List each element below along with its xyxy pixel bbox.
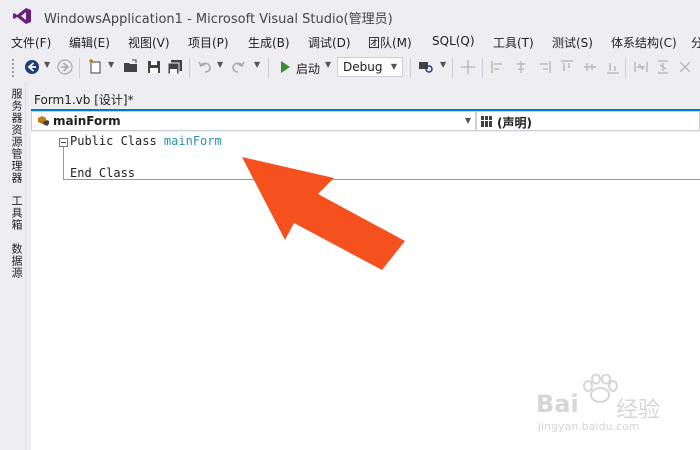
class-icon: [38, 116, 49, 126]
start-button-label[interactable]: 启动: [296, 60, 320, 77]
toolbar-separator: [482, 58, 483, 78]
code-navigation-bar: mainForm ▼ (声明): [31, 111, 700, 131]
make-same-size-icon[interactable]: [677, 59, 693, 75]
members-icon: [481, 116, 492, 127]
save-icon[interactable]: [146, 59, 162, 75]
back-icon[interactable]: [24, 59, 40, 75]
window-title: WindowsApplication1 - Microsoft Visual S…: [44, 12, 393, 27]
toolbar-separator: [268, 58, 269, 78]
class-selector[interactable]: mainForm ▼: [31, 111, 476, 131]
menu-test[interactable]: 测试(S): [552, 34, 593, 51]
find-in-files-icon[interactable]: [418, 59, 434, 75]
toolbar-separator: [79, 58, 80, 78]
redo-dropdown-icon[interactable]: ▼: [254, 60, 260, 69]
watermark-url: jingyan.baidu.com: [538, 420, 640, 433]
open-icon[interactable]: [123, 59, 139, 75]
toolbar-grip[interactable]: [11, 58, 15, 78]
new-dropdown-icon[interactable]: ▼: [108, 60, 114, 69]
editor-margin: [31, 132, 49, 450]
class-name-token: mainForm: [163, 134, 222, 148]
vs-logo-icon: [13, 8, 31, 24]
menu-architecture[interactable]: 体系结构(C): [611, 34, 677, 51]
align-bottom-icon[interactable]: [605, 59, 621, 75]
title-bar: WindowsApplication1 - Microsoft Visual S…: [0, 0, 700, 32]
menu-view[interactable]: 视图(V): [128, 34, 170, 51]
new-project-icon[interactable]: [88, 59, 104, 75]
chevron-down-icon: ▼: [464, 116, 471, 125]
menu-debug[interactable]: 调试(D): [308, 34, 351, 51]
menu-analyze[interactable]: 分: [691, 34, 700, 51]
configuration-value: Debug: [343, 60, 383, 74]
toolbar-separator: [410, 58, 411, 78]
member-selector[interactable]: (声明): [476, 111, 700, 131]
start-dropdown-icon[interactable]: ▼: [325, 60, 331, 69]
menu-file[interactable]: 文件(F): [11, 34, 51, 51]
forward-icon[interactable]: [57, 59, 73, 75]
make-same-width-icon[interactable]: [633, 59, 649, 75]
align-left-icon[interactable]: [490, 59, 506, 75]
outline-end-line: [63, 179, 700, 180]
baidu-jingyan-watermark: Bai 经验 jingyan.baidu.com: [536, 374, 686, 438]
watermark-brand: Bai: [536, 390, 579, 418]
back-dropdown-icon[interactable]: ▼: [44, 60, 50, 69]
redo-icon[interactable]: [230, 59, 246, 75]
menu-bar: 文件(F) 编辑(E) 视图(V) 项目(P) 生成(B) 调试(D) 团队(M…: [0, 32, 700, 52]
toolbox-tab[interactable]: 工具箱: [8, 195, 24, 231]
member-selector-value: (声明): [497, 116, 532, 130]
align-center-icon[interactable]: [513, 59, 529, 75]
menu-build[interactable]: 生成(B): [248, 34, 290, 51]
document-tab-form1[interactable]: Form1.vb [设计]*: [34, 91, 134, 108]
left-tool-window-strip: 服务器资源管理器 工具箱 数据源: [0, 82, 26, 450]
align-right-icon[interactable]: [536, 59, 552, 75]
start-icon[interactable]: [277, 59, 293, 75]
align-middle-icon[interactable]: [582, 59, 598, 75]
menu-tools[interactable]: 工具(T): [493, 34, 534, 51]
align-top-icon[interactable]: [559, 59, 575, 75]
solution-configuration-select[interactable]: Debug ▼: [337, 57, 403, 77]
toolbar-separator: [625, 58, 626, 78]
menu-team[interactable]: 团队(M): [368, 34, 412, 51]
outline-guide: [63, 147, 64, 180]
save-all-icon[interactable]: [167, 59, 183, 75]
data-sources-tab[interactable]: 数据源: [8, 243, 24, 279]
make-same-height-icon[interactable]: [655, 59, 671, 75]
find-dropdown-icon[interactable]: ▼: [440, 60, 446, 69]
toolbar-separator: [452, 58, 453, 78]
position-icon[interactable]: [460, 59, 476, 75]
collapse-outline-icon[interactable]: [59, 138, 68, 147]
code-line-3: End Class: [70, 166, 136, 180]
menu-project[interactable]: 项目(P): [188, 34, 229, 51]
code-line-1: Public Class mainForm: [70, 134, 222, 148]
class-selector-value: mainForm: [53, 114, 121, 128]
server-explorer-tab[interactable]: 服务器资源管理器: [8, 88, 24, 184]
code-keywords: Public Class: [70, 134, 164, 148]
menu-sql[interactable]: SQL(Q): [432, 34, 475, 48]
undo-icon[interactable]: [197, 59, 213, 75]
paw-icon: [583, 374, 618, 403]
toolbar-separator: [189, 58, 190, 78]
menu-edit[interactable]: 编辑(E): [69, 34, 110, 51]
undo-dropdown-icon[interactable]: ▼: [217, 60, 223, 69]
chevron-down-icon: ▼: [390, 62, 397, 71]
